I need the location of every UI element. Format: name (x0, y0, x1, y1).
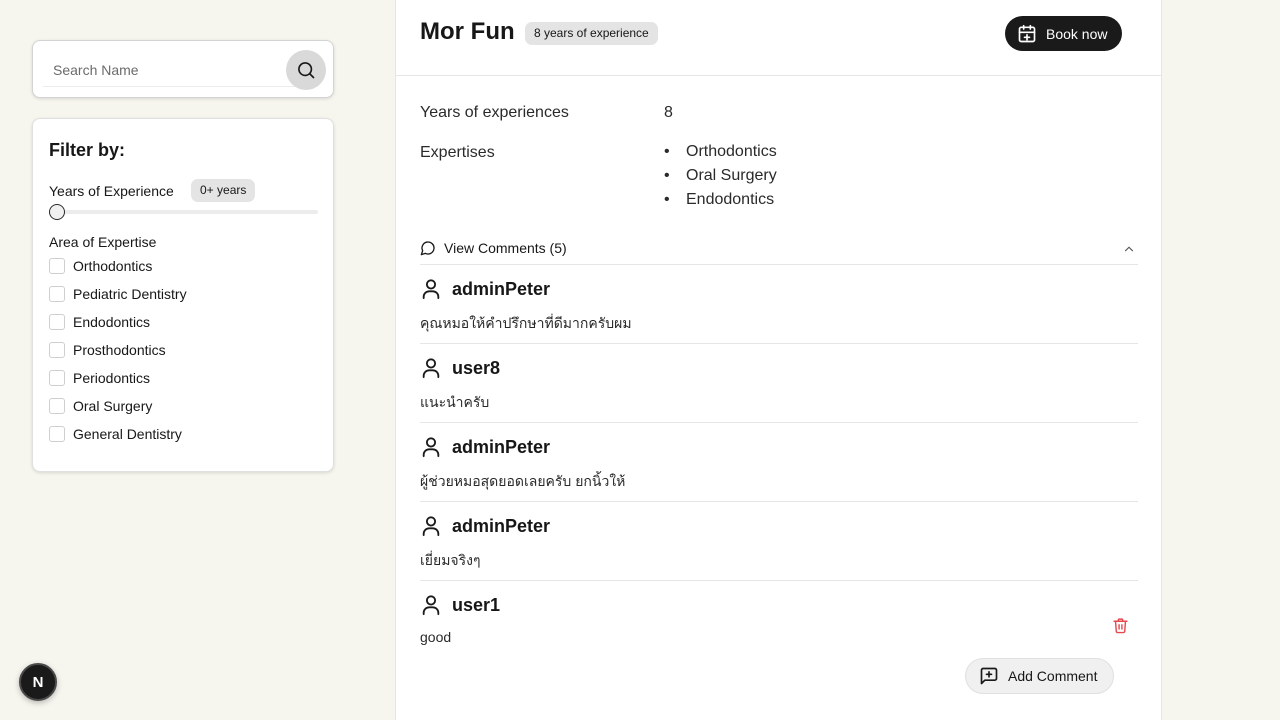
experience-slider-track[interactable] (49, 210, 318, 214)
years-value: 8 (664, 104, 673, 121)
filter-title: Filter by: (49, 140, 126, 160)
expertises-label: Expertises (420, 144, 495, 161)
comment-item: adminPeter เยี่ยมจริงๆ (420, 502, 1138, 581)
comment-username: adminPeter (452, 279, 551, 299)
experience-pill: 8 years of experience (525, 22, 658, 45)
user-icon (422, 516, 440, 537)
checkbox-label: Oral Surgery (73, 398, 153, 414)
filter-panel: Filter by: Years of Experience 0+ years … (32, 118, 334, 472)
dentist-detail-panel: Mor Fun 8 years of experience Book now Y… (395, 0, 1162, 720)
checkbox[interactable] (49, 314, 65, 330)
checkbox-label: Prosthodontics (73, 342, 166, 358)
checkbox-label: Orthodontics (73, 258, 153, 274)
checkbox[interactable] (49, 342, 65, 358)
comment-item: user8 แนะนำครับ (420, 344, 1138, 423)
comment-item: adminPeter ผู้ช่วยหมอสุดยอดเลยครับ ยกนิ้… (420, 423, 1138, 502)
comments-header: View Comments (5) (420, 240, 1138, 265)
comment-username: adminPeter (452, 437, 551, 457)
checkbox[interactable] (49, 258, 65, 274)
expertise-item: • Endodontics (664, 191, 775, 208)
comment-text: เยี่ยมจริงๆ (420, 552, 481, 568)
next-logo-icon: N (33, 674, 44, 691)
checkbox-item-orthodontics[interactable]: Orthodontics (49, 252, 187, 280)
message-square-plus-icon (980, 667, 998, 685)
experience-label: Years of Experience (49, 183, 174, 199)
checkbox-label: Endodontics (73, 314, 151, 330)
comment-username: adminPeter (452, 516, 551, 536)
checkbox-item-general-dentistry[interactable]: General Dentistry (49, 420, 187, 448)
expertise-list: • Orthodontics • Oral Surgery • Endodontics (664, 142, 777, 214)
calendar-plus-icon (1018, 24, 1036, 42)
search-button[interactable] (286, 50, 326, 90)
trash-icon[interactable] (1112, 617, 1129, 634)
comment-username: user1 (452, 595, 501, 615)
experience-slider-thumb[interactable] (49, 204, 65, 220)
comment-item: user1 good (420, 581, 1138, 660)
user-icon (422, 595, 440, 616)
checkbox-item-periodontics[interactable]: Periodontics (49, 364, 187, 392)
comment-text: แนะนำครับ (420, 394, 490, 410)
comment-username: user8 (452, 358, 501, 378)
checkbox[interactable] (49, 370, 65, 386)
checkbox-label: Periodontics (73, 370, 151, 386)
user-icon (422, 437, 440, 458)
book-now-button[interactable]: Book now (1005, 16, 1122, 51)
message-circle-icon (420, 241, 435, 256)
search-icon (298, 62, 315, 79)
nextjs-dev-badge[interactable]: N (19, 663, 57, 701)
area-of-expertise-label: Area of Expertise (49, 234, 157, 250)
comment-text: ผู้ช่วยหมอสุดยอดเลยครับ ยกนิ้วให้ (420, 473, 626, 489)
checkbox-item-prosthodontics[interactable]: Prosthodontics (49, 336, 187, 364)
experience-badge: 0+ years (191, 179, 256, 202)
chevron-up-icon[interactable] (1122, 242, 1136, 256)
checkbox-label: General Dentistry (73, 426, 182, 442)
expertise-checkbox-list: Orthodontics Pediatric Dentistry Endodon… (49, 252, 187, 448)
search-input[interactable] (43, 53, 311, 87)
next-logo-letter: N (33, 674, 44, 691)
checkbox-label: Pediatric Dentistry (73, 286, 187, 302)
user-icon (422, 358, 440, 379)
add-comment-label: Add Comment (1008, 668, 1098, 684)
user-icon (422, 279, 440, 300)
add-comment-button[interactable]: Add Comment (965, 658, 1114, 694)
expertise-item: • Orthodontics (664, 143, 777, 160)
checkbox-item-endodontics[interactable]: Endodontics (49, 308, 187, 336)
book-now-label: Book now (1046, 25, 1108, 42)
checkbox[interactable] (49, 426, 65, 442)
dentist-header: Mor Fun 8 years of experience Book now (396, 0, 1161, 76)
search-card (32, 40, 334, 98)
checkbox-item-oral-surgery[interactable]: Oral Surgery (49, 392, 187, 420)
checkbox-item-pediatric-dentistry[interactable]: Pediatric Dentistry (49, 280, 187, 308)
comment-text: good (420, 629, 452, 645)
view-comments-toggle[interactable]: View Comments (5) (420, 240, 567, 256)
dentist-name: Mor Fun (420, 18, 515, 45)
comment-item: adminPeter คุณหมอให้คำปรึกษาที่ดีมากครับ… (420, 265, 1138, 344)
comment-text: คุณหมอให้คำปรึกษาที่ดีมากครับผม (420, 315, 632, 331)
checkbox[interactable] (49, 398, 65, 414)
checkbox[interactable] (49, 286, 65, 302)
years-label: Years of experiences (420, 104, 569, 121)
view-comments-label: View Comments (5) (444, 240, 567, 256)
expertise-item: • Oral Surgery (664, 167, 777, 184)
